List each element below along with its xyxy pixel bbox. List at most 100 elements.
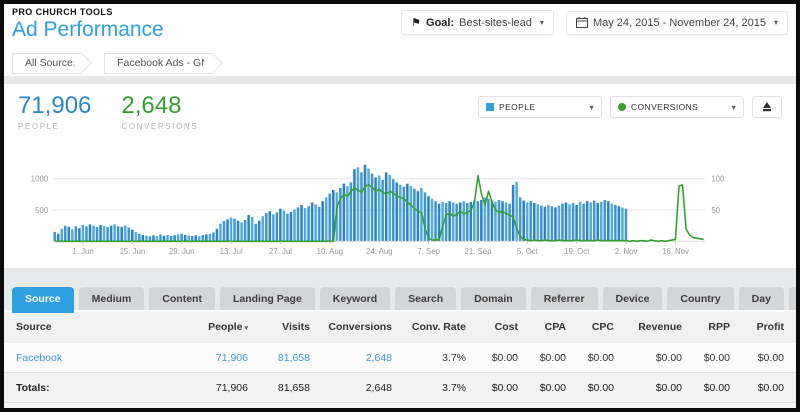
svg-text:24. Aug: 24. Aug [366,247,393,256]
tab-country[interactable]: Country [667,287,733,310]
svg-text:2. Nov: 2. Nov [615,247,638,256]
cell-conv-rate: 3.7% [392,352,466,364]
source-link-facebook[interactable]: Facebook [16,352,178,364]
flag-icon: ⚑ [411,16,421,29]
totals-cell-profit: $0.00 [730,382,784,394]
totals-cell-conv-rate: 3.7% [392,382,466,394]
svg-text:13. Jul: 13. Jul [220,247,243,256]
export-button[interactable] [752,96,782,118]
table-body: Facebook71,90681,6582,6483.7%$0.00$0.00$… [4,342,796,402]
column-header-people[interactable]: People ▾ [178,321,248,333]
tab-landing-page[interactable]: Landing Page [220,287,315,310]
page-title: Ad Performance [12,18,164,42]
svg-text:29. Jun: 29. Jun [169,247,195,256]
cell-cost: $0.00 [466,352,518,364]
cell-conversions[interactable]: 2,648 [310,352,392,364]
chart-area: 5005010001001. Jun15. Jun29. Jun13. Jul2… [10,157,790,264]
cell-revenue: $0.00 [614,352,682,364]
cell-people[interactable]: 71,906 [178,352,248,364]
table-header: SourcePeople ▾VisitsConversionsConv. Rat… [4,312,796,342]
app-window: PRO CHURCH TOOLS Ad Performance ⚑ Goal: … [0,0,800,412]
conversions-value: 2,648 [121,92,198,120]
svg-text:19. Oct: 19. Oct [564,247,590,256]
svg-text:27. Jul: 27. Jul [269,247,292,256]
svg-text:21. Sep: 21. Sep [464,247,492,256]
cell-profit: $0.00 [730,352,784,364]
tab-hour[interactable]: Hour [789,287,800,310]
totals-cell-cost: $0.00 [466,382,518,394]
cell-cpc: $0.00 [566,352,614,364]
chevron-down-icon: ▾ [540,18,544,27]
tab-device[interactable]: Device [603,287,663,310]
breadcrumb-facebook-ads[interactable]: Facebook Ads - GN [104,53,213,74]
chevron-down-icon: ▾ [590,103,594,112]
people-series-dropdown[interactable]: PEOPLE ▾ [478,96,602,118]
column-header-rpp[interactable]: RPP [682,321,730,333]
column-header-profit[interactable]: Profit [730,321,784,333]
tab-domain[interactable]: Domain [461,287,526,310]
cell-cpa: $0.00 [518,352,566,364]
conversions-series-dropdown[interactable]: CONVERSIONS ▾ [610,96,744,118]
svg-text:500: 500 [35,206,49,215]
conversions-label: CONVERSIONS [121,122,198,131]
totals-cell-cpc: $0.00 [566,382,614,394]
cell-visits[interactable]: 81,658 [248,352,310,364]
people-label: PEOPLE [18,122,91,131]
svg-text:1. Jun: 1. Jun [72,247,93,256]
breadcrumb-all-sources[interactable]: All Sources [12,53,82,74]
totals-label: Totals: [16,382,178,394]
export-icon [761,101,773,113]
column-header-conversions[interactable]: Conversions [310,321,392,333]
performance-chart: 5005010001001. Jun15. Jun29. Jun13. Jul2… [10,157,774,259]
tab-medium[interactable]: Medium [79,287,145,310]
tab-search[interactable]: Search [395,287,456,310]
totals-cell-visits: 81,658 [248,382,310,394]
svg-text:15. Jun: 15. Jun [120,247,146,256]
chart-legend: PEOPLE ▾ CONVERSIONS ▾ [478,96,782,118]
date-range-selector[interactable]: May 24, 2015 - November 24, 2015 ▾ [566,11,788,35]
tab-content[interactable]: Content [149,287,215,310]
svg-text:1000: 1000 [31,175,49,184]
column-header-source[interactable]: Source [16,321,178,333]
top-controls: ⚑ Goal: Best-sites-lead ▾ May 24, 2015 -… [401,10,788,35]
tab-referrer[interactable]: Referrer [531,287,598,310]
divider [4,268,796,284]
column-header-cost[interactable]: Cost [466,321,518,333]
people-metric: 71,906 PEOPLE [18,92,91,131]
cell-rpp: $0.00 [682,352,730,364]
top-bar: PRO CHURCH TOOLS Ad Performance ⚑ Goal: … [4,4,796,50]
totals-cell-revenue: $0.00 [614,382,682,394]
goal-label: Goal: [426,17,454,29]
column-header-revenue[interactable]: Revenue [614,321,682,333]
chevron-down-icon: ▾ [774,18,778,27]
totals-cell-rpp: $0.00 [682,382,730,394]
column-header-conv-rate[interactable]: Conv. Rate [392,321,466,333]
totals-cell-conversions: 2,648 [310,382,392,394]
chevron-down-icon: ▾ [732,103,736,112]
people-series-label: PEOPLE [499,102,535,112]
conversions-metric: 2,648 CONVERSIONS [121,92,198,131]
table-footer-strip [4,402,796,411]
totals-row: Totals:71,90681,6582,6483.7%$0.00$0.00$0… [4,372,796,402]
conversions-series-label: CONVERSIONS [631,102,698,112]
column-header-visits[interactable]: Visits [248,321,310,333]
svg-text:50: 50 [711,206,720,215]
divider [4,76,796,84]
svg-text:16. Nov: 16. Nov [662,247,689,256]
totals-cell-people: 71,906 [178,382,248,394]
calendar-icon [576,17,588,28]
column-header-cpc[interactable]: CPC [566,321,614,333]
column-header-cpa[interactable]: CPA [518,321,566,333]
tab-source[interactable]: Source [12,287,74,310]
date-range-value: May 24, 2015 - November 24, 2015 [593,17,766,29]
conversions-swatch-icon [618,103,626,111]
svg-text:5. Oct: 5. Oct [517,247,539,256]
svg-text:7. Sep: 7. Sep [417,247,440,256]
svg-text:10. Aug: 10. Aug [317,247,344,256]
totals-cell-cpa: $0.00 [518,382,566,394]
results-table: SourcePeople ▾VisitsConversionsConv. Rat… [4,312,796,402]
tab-day[interactable]: Day [739,287,784,310]
tab-keyword[interactable]: Keyword [320,287,390,310]
goal-selector[interactable]: ⚑ Goal: Best-sites-lead ▾ [401,10,554,35]
goal-value: Best-sites-lead [459,17,532,29]
